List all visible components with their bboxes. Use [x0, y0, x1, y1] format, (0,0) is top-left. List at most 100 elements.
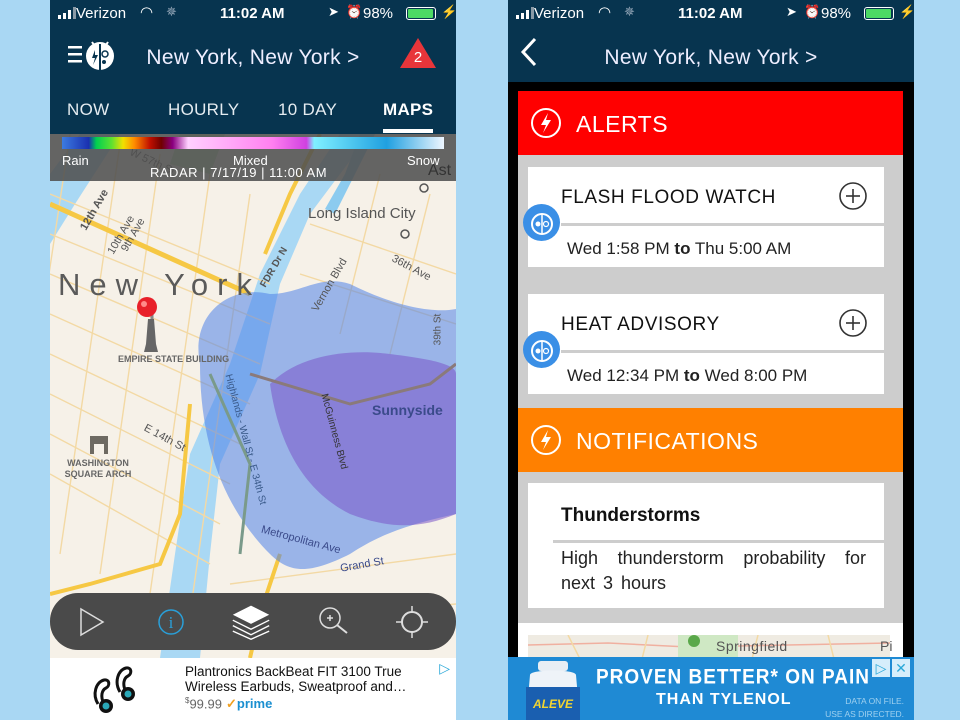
carrier-label: Verizon [76, 5, 127, 22]
divider [561, 223, 884, 226]
ad-price: $99.99 ✓prime [185, 696, 273, 712]
empire-state-icon [144, 319, 158, 352]
radar-legend: Rain Mixed Snow RADAR | 7/17/19 | 11:00 … [50, 134, 456, 181]
ad-headline: PROVEN BETTER* ON PAIN [596, 665, 870, 689]
charging-icon: ⚡ [899, 4, 914, 19]
zoom-button[interactable] [314, 603, 354, 641]
prime-badge: ✓prime [226, 696, 273, 712]
activity-spinner-icon: ✵ [166, 4, 177, 19]
play-button[interactable] [72, 603, 112, 641]
notification-title: Thunderstorms [561, 505, 701, 526]
map-label-partial: Pi [880, 638, 893, 654]
map-label-empire-state: EMPIRE STATE BUILDING [118, 354, 230, 364]
active-tab-indicator [383, 129, 433, 133]
alarm-icon: ⏰ [346, 4, 363, 19]
nav-bar: New York, New York > 2 [50, 28, 456, 88]
lightning-icon [531, 425, 561, 455]
svg-text:ALEVE: ALEVE [532, 697, 574, 711]
adchoices-icon[interactable]: ▷ [872, 659, 890, 677]
tab-now[interactable]: NOW [67, 100, 109, 120]
clock: 11:02 AM [220, 5, 285, 22]
tab-10-day[interactable]: 10 DAY [278, 100, 337, 120]
ad-banner-aleve[interactable]: ALEVE PROVEN BETTER* ON PAIN THAN TYLENO… [508, 657, 914, 720]
weather-maps-screen: Verizon ◠ ✵ 11:02 AM ➤ ⏰ 98% ⚡ New York,… [50, 0, 456, 720]
alert-time-range: Wed 12:34 PM to Wed 8:00 PM [567, 366, 808, 385]
signal-icon [516, 7, 534, 19]
tab-maps[interactable]: MAPS [383, 100, 433, 120]
signal-icon [58, 7, 76, 19]
map-preview[interactable]: Springfield Pi [518, 623, 903, 661]
legend-rain: Rain [62, 153, 89, 168]
aleve-bottle-image: ALEVE [526, 661, 580, 720]
notification-item[interactable]: Thunderstorms High thunderstorm probabil… [528, 483, 884, 608]
map-label-lic: Long Island City [308, 205, 416, 222]
battery-icon [406, 7, 436, 20]
alert-item[interactable]: HEAT ADVISORY Wed 12:34 PM to Wed 8:00 P… [528, 294, 884, 394]
locate-button[interactable] [392, 603, 432, 641]
ad-title: Plantronics BackBeat FIT 3100 True Wirel… [185, 664, 407, 694]
notifications-title: NOTIFICATIONS [576, 428, 759, 454]
locate-icon [396, 606, 428, 638]
battery-icon [864, 7, 894, 20]
zoom-in-icon [319, 607, 348, 634]
status-bar: Verizon ◠ ✵ 11:02 AM ➤ ⏰ 98% ⚡ [508, 0, 914, 28]
ad-controls: ▷ ✕ [872, 659, 910, 677]
location-arrow-icon: ➤ [328, 4, 339, 19]
ad-fine-print: DATA ON FILE. USE AS DIRECTED. [825, 696, 904, 719]
layers-button[interactable] [231, 603, 271, 641]
map-toolbar: i [50, 593, 456, 650]
alarm-icon: ⏰ [804, 4, 821, 19]
svg-text:i: i [169, 613, 174, 632]
wifi-icon: ◠ [140, 4, 154, 21]
wifi-icon: ◠ [598, 4, 612, 21]
tab-bar: NOW HOURLY 10 DAY MAPS [50, 88, 456, 134]
play-icon [80, 607, 105, 637]
alerts-count: 2 [413, 49, 423, 66]
map-label-39th-st: 39th St [432, 313, 444, 346]
alert-time-range: Wed 1:58 PM to Thu 5:00 AM [567, 239, 792, 258]
alerts-list: ALERTS FLASH FLOOD WATCH Wed 1:58 PM to … [518, 91, 903, 661]
divider [553, 540, 884, 543]
map-label-astoria: Ast [428, 162, 452, 179]
location-arrow-icon: ➤ [786, 4, 797, 19]
lightning-icon [531, 108, 561, 138]
alerts-screen: Verizon ◠ ✵ 11:02 AM ➤ ⏰ 98% ⚡ New York,… [508, 0, 914, 720]
location-title[interactable]: New York, New York > [50, 46, 456, 70]
info-button[interactable]: i [151, 603, 191, 641]
map-label-washington-square: WASHINGTON SQUARE ARCH [64, 458, 132, 479]
activity-spinner-icon: ✵ [624, 4, 635, 19]
ad-subline: THAN TYLENOL [656, 691, 792, 708]
alerts-header: ALERTS [518, 91, 903, 155]
tab-hourly[interactable]: HOURLY [168, 100, 239, 120]
notification-description: High thunderstorm probability for next 3… [561, 548, 866, 593]
info-icon: i [158, 609, 184, 635]
map-label-new-york: New York [58, 267, 261, 302]
app-avatar-icon [523, 331, 560, 368]
alerts-badge-button[interactable]: 2 [398, 36, 438, 70]
alert-name: HEAT ADVISORY [561, 314, 720, 335]
layers-icon [232, 605, 270, 641]
status-bar: Verizon ◠ ✵ 11:02 AM ➤ ⏰ 98% ⚡ [50, 0, 456, 28]
arch-icon [90, 436, 108, 454]
battery-percent: 98% [821, 5, 852, 22]
expand-plus-icon[interactable] [838, 181, 868, 211]
close-ad-icon[interactable]: ✕ [892, 659, 910, 677]
clock: 11:02 AM [678, 5, 743, 22]
ad-banner-earbuds[interactable]: Plantronics BackBeat FIT 3100 True Wirel… [50, 658, 456, 720]
nav-bar: New York, New York > [508, 28, 914, 82]
radar-timestamp: RADAR | 7/17/19 | 11:00 AM [150, 165, 328, 180]
notifications-header: NOTIFICATIONS [518, 408, 903, 472]
battery-percent: 98% [363, 5, 394, 22]
expand-plus-icon[interactable] [838, 308, 868, 338]
earbuds-product-image [93, 666, 135, 713]
location-title[interactable]: New York, New York > [508, 46, 914, 70]
charging-icon: ⚡ [441, 4, 456, 19]
radar-map[interactable]: New York Long Island City EMPIRE STATE B… [50, 134, 456, 658]
radar-color-scale [62, 137, 444, 149]
divider [561, 350, 884, 353]
adchoices-icon[interactable]: ▷ [439, 660, 450, 677]
alert-item[interactable]: FLASH FLOOD WATCH Wed 1:58 PM to Thu 5:0… [528, 167, 884, 267]
alert-name: FLASH FLOOD WATCH [561, 187, 776, 208]
carrier-label: Verizon [534, 5, 585, 22]
app-avatar-icon [523, 204, 560, 241]
